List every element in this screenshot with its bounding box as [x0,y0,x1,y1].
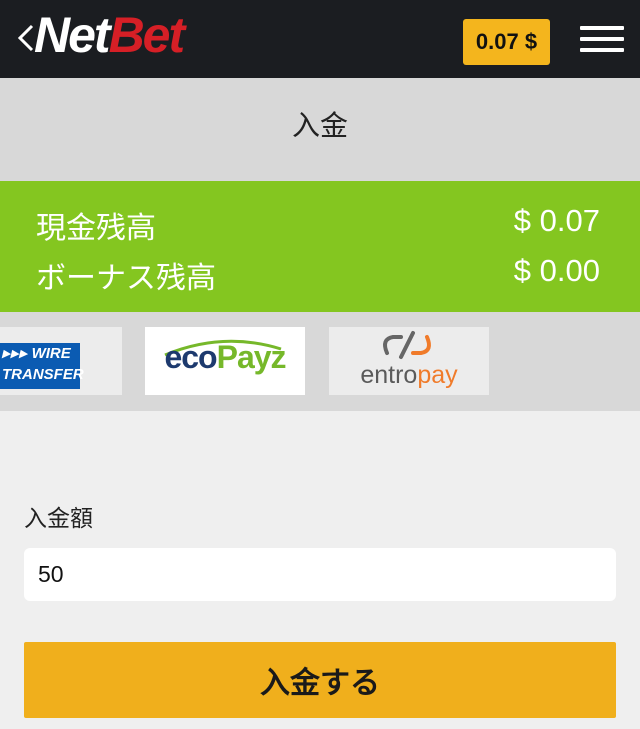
wire-arrows-icon: ▸▸▸ [2,345,28,362]
wire-text-line2: TRANSFER [2,366,84,383]
payz-text: Payz [216,339,287,375]
payment-method-entropay[interactable]: entropay [329,327,489,395]
deposit-button[interactable]: 入金する [24,642,616,718]
entro-text: entro [360,361,418,389]
wire-text-line1: WIRE [31,345,71,362]
cash-balance-label: 現金残高 [36,211,156,246]
entropay-logo-icon [383,331,431,359]
cash-balance-row: 現金残高 $ 0.07 [36,203,600,247]
hamburger-menu-icon[interactable] [580,26,624,54]
payment-methods-carousel[interactable]: ▸▸▸ WIRE TRANSFER ecoPayz entropay [0,312,640,411]
page-title: 入金 [0,78,640,181]
top-bar: NetBet 0.07 $ [0,0,640,78]
payment-method-ecopayz[interactable]: ecoPayz [145,327,305,395]
eco-text: eco [164,339,217,375]
cash-balance-value: $ 0.07 [513,203,600,238]
amount-input[interactable] [24,548,616,601]
balance-badge[interactable]: 0.07 $ [463,19,550,65]
wire-transfer-logo: ▸▸▸ WIRE TRANSFER [0,343,84,389]
bonus-balance-label: ボーナス残高 [36,261,216,296]
balance-panel: 現金残高 $ 0.07 ボーナス残高 $ 0.00 [0,181,640,312]
pay-text: pay [417,361,458,389]
ecopayz-logo: ecoPayz [149,339,301,376]
bonus-balance-value: $ 0.00 [513,253,600,288]
amount-label: 入金額 [24,506,93,532]
bonus-balance-row: ボーナス残高 $ 0.00 [36,253,600,297]
logo-net: Net [34,7,111,63]
netbet-logo[interactable]: NetBet [34,6,186,64]
payment-method-wire-transfer[interactable]: ▸▸▸ WIRE TRANSFER [0,327,122,395]
logo-bet: Bet [108,7,186,63]
entropay-logo: entropay [329,361,489,390]
